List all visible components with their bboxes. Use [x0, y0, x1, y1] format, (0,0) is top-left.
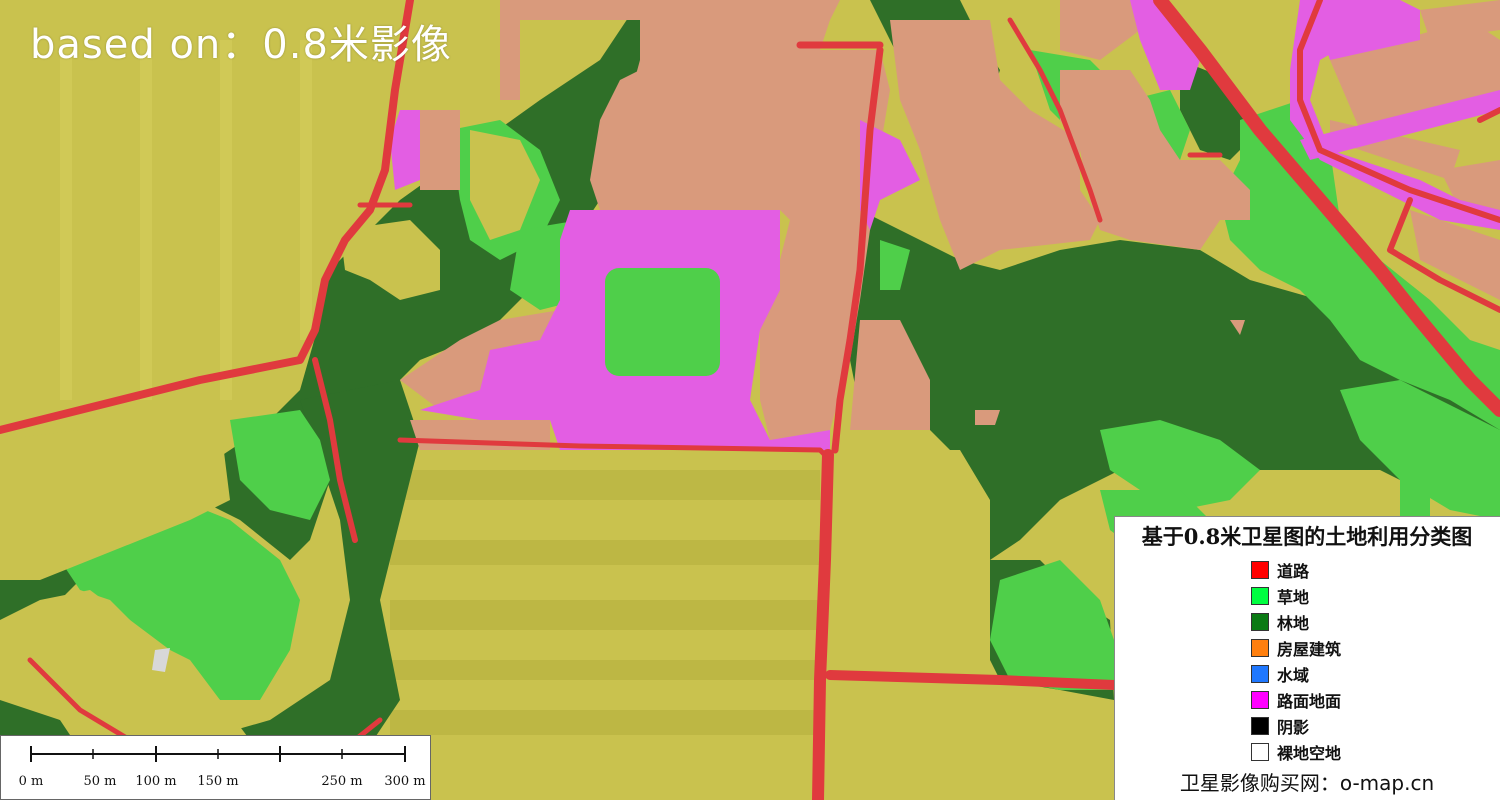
legend-swatch-road — [1251, 561, 1269, 579]
legend-footer-link[interactable]: 卫星影像购买网：o-map.cn — [1115, 767, 1499, 796]
legend-label-paved: 路面地面 — [1277, 692, 1342, 711]
legend-swatch-paved — [1251, 691, 1269, 709]
scale-label-250: 250 m — [321, 774, 363, 789]
scale-label-300: 300 m — [384, 774, 426, 789]
legend-label-forest: 林地 — [1277, 614, 1310, 633]
legend-item-road: 道路 — [1251, 559, 1309, 581]
legend-swatch-building — [1251, 639, 1269, 657]
scale-label-0: 0 m — [18, 774, 44, 789]
legend-label-water: 水域 — [1277, 666, 1310, 685]
legend-swatch-shadow — [1251, 717, 1269, 735]
scale-label-150: 150 m — [197, 774, 239, 789]
legend-swatch-water — [1251, 665, 1269, 683]
stadium-field — [605, 268, 720, 376]
scale-label-50: 50 m — [83, 774, 117, 789]
imagery-resolution-watermark: based on：0.8米影像 — [30, 22, 452, 68]
legend-title: 基于0.8米卫星图的土地利用分类图 — [1141, 524, 1473, 549]
legend-swatch-bare — [1251, 743, 1269, 761]
scale-bar: 0 m 50 m 100 m 150 m 250 m 300 m — [0, 735, 431, 800]
legend-item-paved: 路面地面 — [1251, 689, 1341, 711]
legend-panel: 基于0.8米卫星图的土地利用分类图 道路 草地 林地 房屋建筑 水域 路面地面 … — [1114, 516, 1500, 800]
legend-label-building: 房屋建筑 — [1277, 640, 1342, 659]
legend-swatch-forest — [1251, 613, 1269, 631]
legend-item-water: 水域 — [1251, 663, 1309, 685]
scale-label-100: 100 m — [135, 774, 177, 789]
legend-label-grassland: 草地 — [1277, 588, 1310, 607]
legend-label-bare: 裸地空地 — [1277, 744, 1342, 763]
legend-label-shadow: 阴影 — [1277, 718, 1310, 737]
legend-item-grassland: 草地 — [1251, 585, 1309, 607]
legend-item-bare: 裸地空地 — [1251, 741, 1341, 763]
scale-bar-ruler — [30, 746, 406, 762]
legend-item-forest: 林地 — [1251, 611, 1309, 633]
legend-swatch-grassland — [1251, 587, 1269, 605]
legend-label-road: 道路 — [1277, 562, 1310, 581]
legend-item-shadow: 阴影 — [1251, 715, 1309, 737]
legend-item-building: 房屋建筑 — [1251, 637, 1341, 659]
